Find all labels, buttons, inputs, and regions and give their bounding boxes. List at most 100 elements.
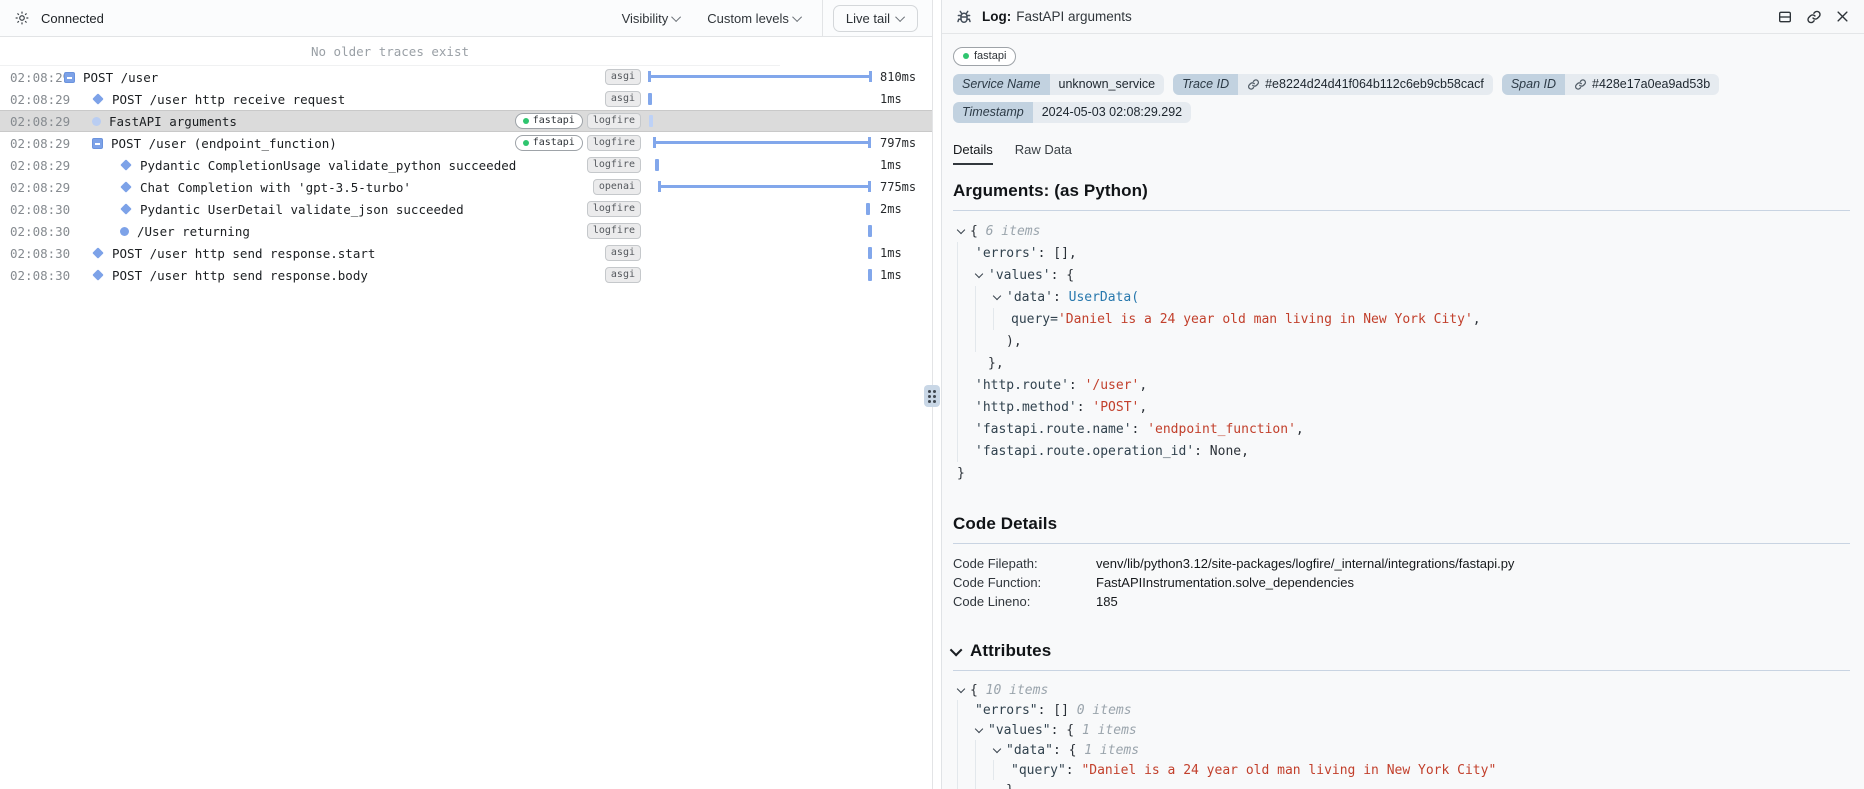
duration-bar — [653, 141, 871, 144]
code-line: 'data': UserData( — [957, 286, 1850, 308]
trace-timestamp: 02:08:29 — [10, 92, 62, 107]
code-line: 'values': { — [957, 264, 1850, 286]
metadata-chip-label: Service Name — [953, 74, 1050, 95]
code-line: "values": { 1 items — [957, 720, 1850, 740]
gear-icon[interactable] — [14, 10, 30, 26]
indent-guide — [957, 720, 975, 740]
attributes-heading[interactable]: Attributes — [953, 641, 1850, 661]
trace-timeline — [648, 264, 874, 286]
collapse-caret-icon[interactable] — [975, 725, 983, 733]
trace-row[interactable]: 02:08:29FastAPI argumentsfastapilogfire — [0, 110, 932, 132]
trace-row-badges: asgi — [605, 69, 641, 85]
metadata-chip-service-name: Service Nameunknown_service — [953, 74, 1164, 95]
metadata-chip-label: Timestamp — [953, 102, 1033, 123]
panel-resize-handle[interactable] — [924, 385, 940, 407]
trace-row[interactable]: 02:08:29POST /user (endpoint_function)fa… — [0, 132, 932, 154]
badge-logfire: logfire — [587, 157, 641, 173]
live-tail-button[interactable]: Live tail — [833, 5, 918, 32]
badge-logfire: logfire — [587, 113, 641, 129]
metadata-chip-trace-id[interactable]: Trace ID#e8224d24d41f064b112c6eb9cb58cac… — [1173, 74, 1493, 95]
collapse-toggle-icon[interactable] — [92, 138, 103, 149]
code-line: ), — [957, 330, 1850, 352]
duration-label: 797ms — [874, 136, 932, 150]
code-line: "errors": [] 0 items — [957, 700, 1850, 720]
code-line: { 6 items — [957, 220, 1850, 242]
arguments-code-block: { 6 items'errors': [],'values': {'data':… — [953, 211, 1850, 496]
code-segment: '/user' — [1085, 378, 1140, 393]
trace-row-badges: asgi — [605, 91, 641, 107]
badge-asgi: asgi — [605, 245, 641, 261]
code-segment: 6 items — [986, 224, 1041, 239]
trace-timeline — [648, 176, 874, 198]
code-segment: 'Daniel is a 24 year old man living in N… — [1058, 312, 1473, 327]
trace-row-label: Chat Completion with 'gpt-3.5-turbo' — [140, 180, 411, 195]
metadata-chip-value: unknown_service — [1050, 74, 1165, 95]
visibility-dropdown[interactable]: Visibility — [620, 7, 684, 30]
close-icon — [1835, 12, 1850, 27]
code-segment: "query" — [1011, 763, 1066, 778]
trace-row-label-area: POST /user http send response.body — [64, 268, 605, 283]
trace-panel-header: Connected Visibility Custom levels Live … — [0, 0, 932, 37]
close-panel-button[interactable] — [1835, 9, 1850, 24]
code-segment: : [], — [1038, 246, 1077, 261]
trace-timestamp: 02:08:29 — [10, 158, 62, 173]
indent-guide — [957, 242, 975, 264]
code-details-row: Code Filepath:venv/lib/python3.12/site-p… — [953, 554, 1850, 573]
log-title: FastAPI arguments — [1016, 9, 1132, 24]
collapse-caret-icon[interactable] — [975, 270, 983, 278]
duration-tick — [868, 269, 872, 281]
tab-details[interactable]: Details — [953, 142, 993, 165]
trace-row-label: POST /user http send response.body — [112, 268, 368, 283]
code-segment: 'endpoint_function' — [1147, 422, 1296, 437]
badge-logfire: logfire — [587, 223, 641, 239]
trace-row[interactable]: 02:08:29POST /userasgi810ms — [0, 66, 932, 88]
trace-list: 02:08:29POST /userasgi810ms02:08:29POST … — [0, 66, 932, 286]
detail-panel: Log: FastAPI arguments — [941, 0, 1864, 789]
collapse-caret-icon[interactable] — [993, 292, 1001, 300]
trace-timeline — [648, 242, 874, 264]
trace-row-badges: asgi — [605, 245, 641, 261]
custom-levels-dropdown[interactable]: Custom levels — [705, 7, 804, 30]
trace-row-label: POST /user (endpoint_function) — [111, 136, 337, 151]
collapse-caret-icon[interactable] — [957, 685, 965, 693]
trace-row[interactable]: 02:08:29POST /user http receive requesta… — [0, 88, 932, 110]
trace-row[interactable]: 02:08:30Pydantic UserDetail validate_jso… — [0, 198, 932, 220]
chevron-down-icon — [895, 12, 905, 22]
metadata-chip-label: Span ID — [1502, 74, 1565, 95]
reader-view-button[interactable] — [1777, 9, 1793, 25]
duration-label: 2ms — [874, 202, 932, 216]
code-details-heading: Code Details — [953, 514, 1850, 534]
metadata-chip-span-id[interactable]: Span ID#428e17a0ea9ad53b — [1502, 74, 1719, 95]
trace-row[interactable]: 02:08:30/User returninglogfire — [0, 220, 932, 242]
code-line: 'errors': [], — [957, 242, 1850, 264]
code-segment: } — [1006, 783, 1014, 789]
trace-row-label-area: FastAPI arguments — [64, 114, 515, 129]
trace-timeline — [648, 154, 874, 176]
tag-pill-fastapi[interactable]: fastapi — [953, 47, 1016, 66]
collapse-toggle-icon[interactable] — [64, 72, 75, 83]
metadata-chips-row: Service Nameunknown_service Trace ID#e822… — [953, 74, 1850, 95]
code-segment: 1 items — [1084, 743, 1139, 758]
copy-link-button[interactable] — [1806, 9, 1822, 25]
trace-timestamp: 02:08:29 — [10, 180, 62, 195]
code-segment: , — [1296, 422, 1304, 437]
badge-fastapi: fastapi — [515, 113, 583, 129]
trace-row[interactable]: 02:08:29 Chat Completion with 'gpt-3.5-tu… — [0, 176, 932, 198]
code-segment: }, — [988, 356, 1004, 371]
indent-guide — [975, 760, 993, 780]
trace-timestamp: 02:08:29 — [10, 70, 62, 85]
trace-row[interactable]: 02:08:29Pydantic CompletionUsage validat… — [0, 154, 932, 176]
indent-guide — [957, 308, 975, 330]
code-details-value: venv/lib/python3.12/site-packages/logfir… — [1096, 554, 1514, 573]
trace-row-label-area: Chat Completion with 'gpt-3.5-turbo' — [64, 180, 593, 195]
tab-raw-data[interactable]: Raw Data — [1015, 142, 1072, 165]
code-line: "query": "Daniel is a 24 year old man li… — [957, 760, 1850, 780]
metadata-chips-row: Timestamp2024-05-03 02:08:29.292 — [953, 102, 1850, 123]
collapse-caret-icon[interactable] — [957, 226, 965, 234]
trace-row-label: Pydantic UserDetail validate_json succee… — [140, 202, 464, 217]
indent-guide — [993, 760, 1011, 780]
trace-row[interactable]: 02:08:30POST /user http send response.bo… — [0, 264, 932, 286]
collapse-caret-icon[interactable] — [993, 745, 1001, 753]
trace-row[interactable]: 02:08:30POST /user http send response.st… — [0, 242, 932, 264]
code-line: 'fastapi.route.name': 'endpoint_function… — [957, 418, 1850, 440]
